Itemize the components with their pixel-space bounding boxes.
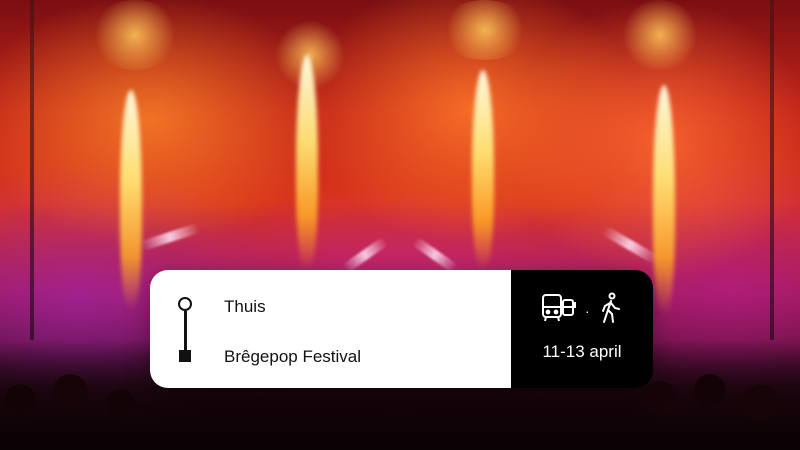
fireball-glow: [620, 0, 700, 70]
walking-icon: [598, 292, 624, 329]
destination-label: Brêgepop Festival: [224, 347, 362, 366]
stage-light-beam: [139, 222, 201, 252]
pyro-flame: [120, 90, 142, 310]
bus-train-icon: [541, 292, 577, 329]
mode-separator: ·: [585, 302, 590, 319]
stage-truss-left: [30, 0, 34, 340]
stage-light-beam: [601, 225, 659, 265]
travel-info-panel: · 11-13 april: [511, 270, 653, 388]
trip-card[interactable]: Thuis Brêgepop Festival · 11-13 april: [150, 270, 653, 388]
route-connector-line: [184, 311, 187, 351]
festival-dates: 11-13 april: [542, 342, 622, 361]
pyro-flame: [472, 70, 494, 270]
fireball-glow: [90, 0, 180, 70]
fireball-glow: [440, 0, 530, 60]
stage-light-beam: [411, 236, 459, 274]
route-panel: Thuis Brêgepop Festival: [150, 270, 511, 388]
transport-modes: ·: [541, 292, 624, 329]
stage-truss-right: [770, 0, 774, 340]
pyro-flame: [653, 85, 675, 315]
destination-square-icon: [179, 350, 191, 362]
pyro-flame: [296, 55, 318, 270]
origin-label: Thuis: [224, 297, 266, 316]
stage-light-beam: [341, 236, 389, 274]
origin-circle-icon: [178, 297, 192, 311]
